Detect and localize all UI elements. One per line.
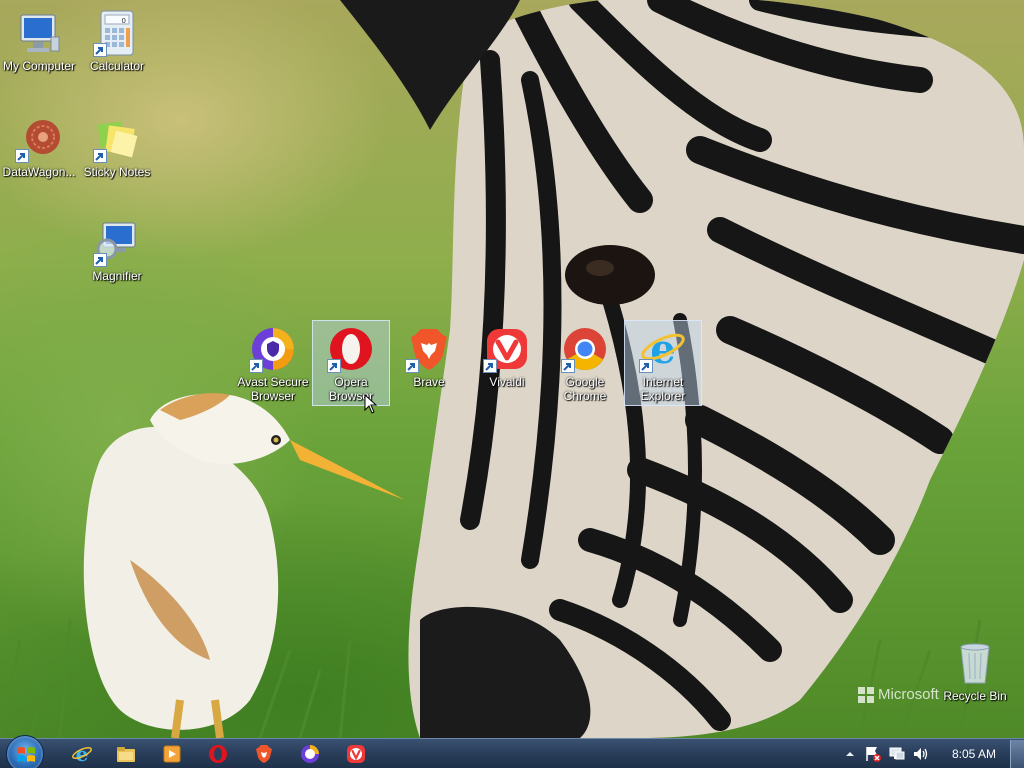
shortcut-arrow-icon bbox=[93, 253, 107, 267]
recycle-bin-icon bbox=[951, 639, 999, 687]
start-button[interactable] bbox=[6, 735, 44, 768]
avast-browser-icon bbox=[249, 325, 297, 373]
chrome-icon bbox=[561, 325, 609, 373]
taskbar: e 8:05 AM bbox=[0, 735, 1024, 768]
shortcut-arrow-icon bbox=[249, 359, 263, 373]
desktop-icon-brave[interactable]: Brave bbox=[390, 320, 468, 406]
taskbar-opera[interactable] bbox=[198, 742, 238, 766]
vivaldi-icon bbox=[483, 325, 531, 373]
media-player-icon bbox=[163, 745, 181, 763]
desktop-icon-label: Internet Explorer bbox=[640, 375, 686, 403]
sticky-notes-icon bbox=[93, 115, 141, 163]
desktop-icon-my-computer[interactable]: My Computer bbox=[0, 4, 78, 90]
shortcut-arrow-icon bbox=[93, 149, 107, 163]
desktop-icon-label: Google Chrome bbox=[563, 375, 607, 403]
desktop-icon-label: Magnifier bbox=[92, 269, 142, 283]
datawagon-icon bbox=[15, 115, 63, 163]
desktop-icon-label: Avast Secure Browser bbox=[237, 375, 309, 403]
mouse-cursor-icon bbox=[364, 394, 378, 414]
shortcut-arrow-icon bbox=[483, 359, 497, 373]
desktop-icon-datawagon[interactable]: DataWagon... bbox=[0, 110, 78, 196]
internet-explorer-icon: e bbox=[72, 743, 92, 765]
taskbar-vivaldi[interactable] bbox=[336, 742, 376, 766]
desktop-icon-label: Recycle Bin bbox=[943, 689, 1007, 703]
taskbar-clock[interactable]: 8:05 AM bbox=[944, 739, 1004, 768]
show-hidden-icons-icon[interactable] bbox=[842, 746, 858, 762]
desktop[interactable]: My Computer 0 Calculator DataWagon... St… bbox=[0, 0, 1024, 738]
magnifier-icon bbox=[93, 219, 141, 267]
microsoft-logo-icon bbox=[858, 686, 874, 703]
action-center-icon[interactable] bbox=[864, 745, 882, 763]
watermark-text: Microsoft bbox=[878, 686, 939, 703]
monitor-icon bbox=[15, 9, 63, 57]
desktop-icon-label: My Computer bbox=[2, 59, 76, 73]
brave-icon bbox=[256, 745, 272, 763]
desktop-icon-opera[interactable]: Opera Browser bbox=[312, 320, 390, 406]
opera-icon bbox=[327, 325, 375, 373]
shortcut-arrow-icon bbox=[405, 359, 419, 373]
shortcut-arrow-icon bbox=[561, 359, 575, 373]
desktop-icon-chrome[interactable]: Google Chrome bbox=[546, 320, 624, 406]
taskbar-avast-browser[interactable] bbox=[290, 742, 330, 766]
svg-text:e: e bbox=[650, 326, 675, 373]
desktop-icon-label: DataWagon... bbox=[2, 165, 76, 179]
svg-text:0: 0 bbox=[122, 17, 126, 25]
internet-explorer-icon: e bbox=[639, 325, 687, 373]
calculator-icon: 0 bbox=[93, 9, 141, 57]
desktop-icon-vivaldi[interactable]: Vivaldi bbox=[468, 320, 546, 406]
taskbar-media-player[interactable] bbox=[152, 742, 192, 766]
desktop-icon-label: Sticky Notes bbox=[83, 165, 151, 179]
windows-logo-icon bbox=[17, 747, 35, 762]
desktop-icon-label: Opera Browser bbox=[328, 375, 373, 403]
shortcut-arrow-icon bbox=[93, 43, 107, 57]
shortcut-arrow-icon bbox=[639, 359, 653, 373]
shortcut-arrow-icon bbox=[327, 359, 341, 373]
desktop-icon-recycle-bin[interactable]: Recycle Bin bbox=[936, 634, 1014, 720]
network-icon[interactable] bbox=[888, 745, 906, 763]
volume-icon[interactable] bbox=[912, 745, 930, 763]
microsoft-watermark: Microsoft bbox=[858, 686, 939, 703]
show-desktop-button[interactable] bbox=[1010, 740, 1024, 768]
shortcut-arrow-icon bbox=[15, 149, 29, 163]
desktop-icon-label: Calculator bbox=[89, 59, 145, 73]
taskbar-file-explorer[interactable] bbox=[106, 742, 146, 766]
desktop-icon-calculator[interactable]: 0 Calculator bbox=[78, 4, 156, 90]
avast-browser-icon bbox=[301, 745, 319, 763]
desktop-icon-magnifier[interactable]: Magnifier bbox=[78, 214, 156, 300]
vivaldi-icon bbox=[347, 745, 365, 763]
file-explorer-icon bbox=[117, 747, 135, 762]
desktop-icon-sticky-notes[interactable]: Sticky Notes bbox=[78, 110, 156, 196]
opera-icon bbox=[209, 745, 227, 763]
desktop-icon-label: Vivaldi bbox=[489, 375, 525, 389]
desktop-icon-internet-explorer[interactable]: e Internet Explorer bbox=[624, 320, 702, 406]
taskbar-internet-explorer[interactable]: e bbox=[62, 742, 102, 766]
system-tray bbox=[842, 739, 930, 768]
desktop-icon-label: Brave bbox=[413, 375, 445, 389]
taskbar-brave[interactable] bbox=[244, 742, 284, 766]
desktop-icon-avast-browser[interactable]: Avast Secure Browser bbox=[234, 320, 312, 406]
brave-icon bbox=[405, 325, 453, 373]
